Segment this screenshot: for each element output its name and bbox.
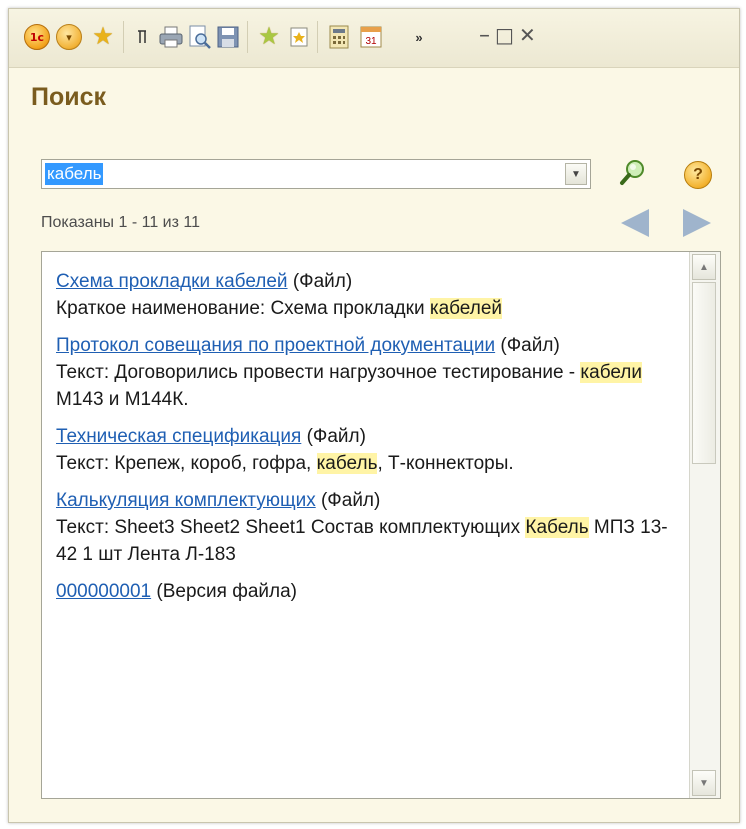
- scroll-up-icon[interactable]: ▲: [692, 254, 716, 280]
- 1c-logo-icon[interactable]: 1c: [23, 23, 51, 51]
- help-button[interactable]: ?: [684, 161, 712, 189]
- result-text: Текст: Крепеж, короб, гофра,: [56, 453, 317, 474]
- list-item: 000000001 (Версия файла): [56, 578, 676, 605]
- results-scrollbar[interactable]: ▲ ▼: [689, 252, 720, 798]
- result-text-after: М143 и М144К.: [56, 389, 189, 410]
- toolbar: 1c ▾ ★ ★ 31 » – □ ✕: [9, 9, 739, 68]
- overflow-icon[interactable]: »: [405, 23, 433, 51]
- list-item: Техническая спецификация (Файл) Текст: К…: [56, 423, 676, 477]
- result-highlight: Кабель: [525, 517, 589, 538]
- 1c-logo-text: 1c: [24, 24, 50, 50]
- search-input[interactable]: кабель: [45, 163, 104, 185]
- close-button[interactable]: ✕: [519, 23, 536, 47]
- result-link[interactable]: Техническая спецификация: [56, 426, 301, 447]
- result-link[interactable]: Калькуляция комплектующих: [56, 490, 316, 511]
- result-text-after: , Т-коннекторы.: [377, 453, 514, 474]
- text-cursor-icon[interactable]: [131, 23, 159, 51]
- results-count: Показаны 1 - 11 из 11: [41, 214, 200, 231]
- list-item: Схема прокладки кабелей (Файл) Краткое н…: [56, 268, 676, 322]
- search-button[interactable]: [617, 157, 649, 189]
- toolbar-separator: [317, 21, 318, 53]
- result-type: (Файл): [315, 490, 381, 511]
- calculator-icon[interactable]: [325, 23, 353, 51]
- chevron-down-icon[interactable]: ▼: [565, 163, 587, 185]
- result-highlight: кабелей: [429, 298, 503, 319]
- search-field[interactable]: кабель ▼: [41, 159, 591, 189]
- result-text: Текст: Sheet3 Sheet2 Sheet1 Состав компл…: [56, 517, 526, 538]
- toolbar-separator: [247, 21, 248, 53]
- favorites-star-icon[interactable]: ★: [89, 23, 117, 51]
- result-highlight: кабель: [316, 453, 378, 474]
- add-favorite-icon[interactable]: ★: [255, 23, 283, 51]
- page-title: Поиск: [31, 83, 107, 111]
- maximize-button[interactable]: □: [495, 23, 514, 47]
- scroll-thumb[interactable]: [692, 282, 716, 464]
- calendar-icon-text: 31: [365, 36, 377, 47]
- results-content: Схема прокладки кабелей (Файл) Краткое н…: [56, 268, 676, 615]
- list-item: Калькуляция комплектующих (Файл) Текст: …: [56, 487, 676, 568]
- main-menu-icon[interactable]: ▾: [55, 23, 83, 51]
- bookmark-icon[interactable]: [285, 23, 313, 51]
- result-type: (Файл): [287, 271, 353, 292]
- result-type: (Файл): [495, 335, 560, 356]
- prev-page-icon[interactable]: [621, 209, 649, 237]
- save-icon[interactable]: [214, 23, 242, 51]
- toolbar-separator: [123, 21, 124, 53]
- result-type: (Файл): [301, 426, 366, 447]
- result-type: (Версия файла): [151, 581, 297, 602]
- result-link[interactable]: Протокол совещания по проектной документ…: [56, 335, 495, 356]
- result-link[interactable]: 000000001: [56, 581, 151, 602]
- minimize-button[interactable]: –: [479, 23, 490, 48]
- result-text: Текст: Договорились провести нагрузочное…: [56, 362, 581, 383]
- search-window: 1c ▾ ★ ★ 31 » – □ ✕ Поиск кабель ▼ ? Пок…: [8, 8, 740, 823]
- scroll-down-icon[interactable]: ▼: [692, 770, 716, 796]
- result-text: Краткое наименование: Схема прокладки: [56, 298, 430, 319]
- calendar-icon[interactable]: 31: [357, 23, 385, 51]
- print-preview-icon[interactable]: [185, 23, 213, 51]
- next-page-icon[interactable]: [683, 209, 711, 237]
- list-item: Протокол совещания по проектной документ…: [56, 332, 676, 413]
- search-icon: [620, 160, 644, 185]
- print-icon[interactable]: [157, 23, 185, 51]
- result-highlight: кабели: [580, 362, 643, 383]
- results-list: Схема прокладки кабелей (Файл) Краткое н…: [41, 251, 721, 799]
- result-link[interactable]: Схема прокладки кабелей: [56, 271, 288, 292]
